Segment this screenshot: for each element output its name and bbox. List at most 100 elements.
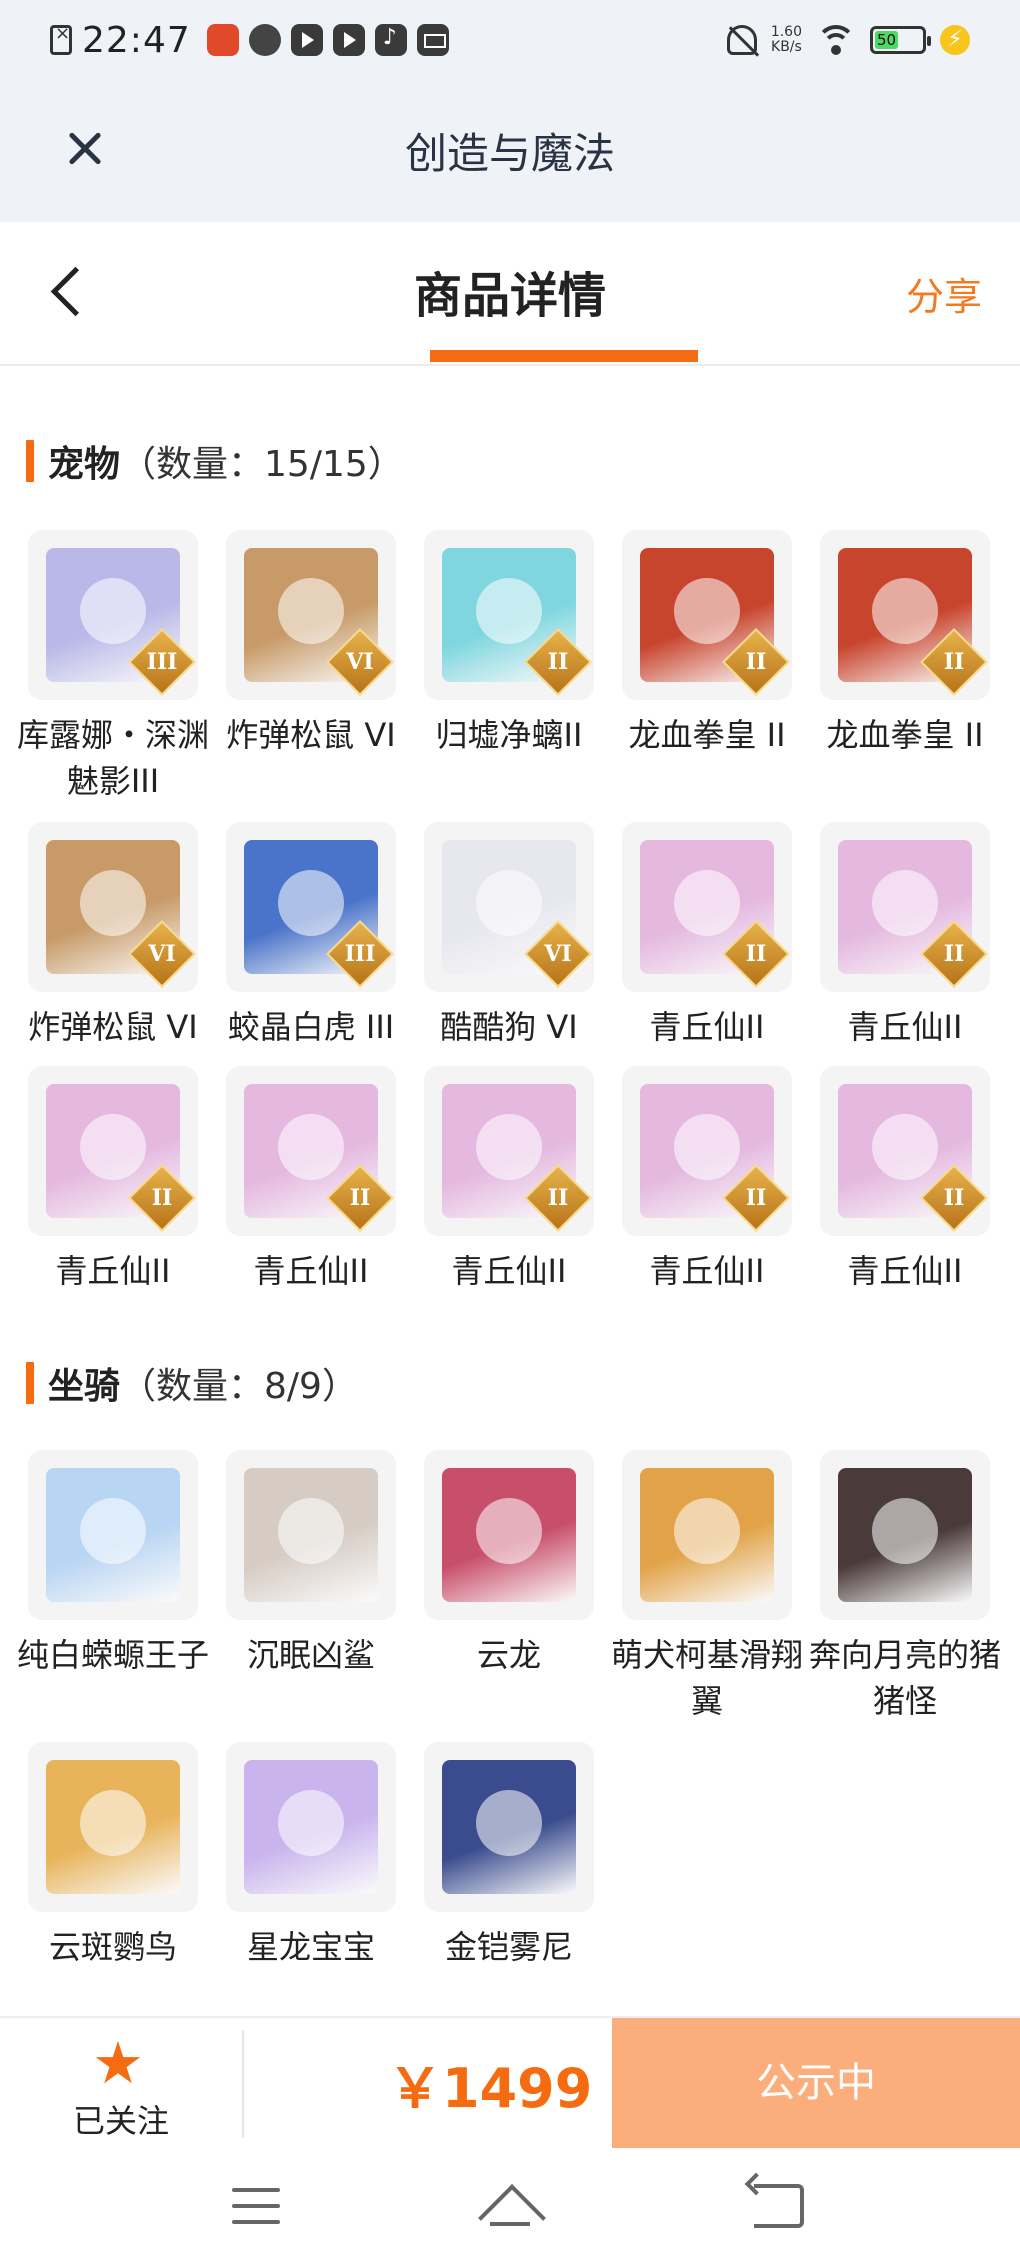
- item-name: 青丘仙II: [847, 1008, 963, 1046]
- section-accent-bar: [26, 1362, 34, 1404]
- status-bar: 22:47 1.60 KB/s 50 ⚡: [0, 0, 1020, 80]
- item-image: [46, 1760, 180, 1894]
- item-name: 纯白蝾螈王子: [16, 1636, 209, 1674]
- tier-label: II: [547, 649, 569, 675]
- mounts-grid: 纯白蝾螈王子 沉眠凶鲨 云龙 萌犬柯基滑翔翼 奔向月亮的猪猪怪云斑鹦鸟 星龙宝宝 金铠雾尼: [17, 1450, 1001, 1992]
- menu-icon[interactable]: [232, 2188, 280, 2224]
- pets-grid: III 库露娜・深渊魅影III VI 炸弹松鼠 VI II 归墟净螭II II 龙血拳皇 II…: [17, 530, 998, 1320]
- item-thumbnail: VI: [28, 822, 198, 992]
- item-thumbnail: II: [820, 1066, 990, 1236]
- back-nav-icon[interactable]: [754, 2184, 804, 2228]
- page-title: 商品详情: [413, 268, 606, 324]
- item-thumbnail: II: [622, 822, 792, 992]
- battery-icon: 50: [870, 26, 931, 54]
- item-name: 青丘仙II: [649, 1008, 765, 1046]
- item-card[interactable]: VI 炸弹松鼠 VI: [28, 822, 198, 1066]
- item-card[interactable]: II 青丘仙II: [820, 1066, 990, 1320]
- item-card[interactable]: II 归墟净螭II: [424, 530, 594, 822]
- item-name: 龙血拳皇 II: [628, 716, 786, 754]
- follow-button[interactable]: ★ 已关注: [0, 2018, 242, 2150]
- section-title-mounts: 坐骑 （数量：8/9）: [26, 1358, 358, 1408]
- item-thumbnail: [28, 1450, 198, 1620]
- item-card[interactable]: II 青丘仙II: [28, 1066, 198, 1320]
- net-speed-unit: KB/s: [771, 39, 802, 55]
- item-image: [244, 1760, 378, 1894]
- home-icon[interactable]: [478, 2178, 542, 2228]
- tier-label: II: [745, 1185, 767, 1211]
- item-card[interactable]: 云斑鹦鸟: [28, 1742, 198, 1992]
- item-image: [244, 1468, 378, 1602]
- tier-label: II: [943, 649, 965, 675]
- item-thumbnail: II: [820, 822, 990, 992]
- item-thumbnail: II: [820, 530, 990, 700]
- tier-label: II: [547, 1185, 569, 1211]
- tier-label: II: [349, 1185, 371, 1211]
- tier-label: II: [745, 649, 767, 675]
- item-card[interactable]: III 库露娜・深渊魅影III: [17, 530, 209, 822]
- item-image: [442, 1468, 576, 1602]
- item-thumbnail: [820, 1450, 990, 1620]
- item-card[interactable]: II 青丘仙II: [226, 1066, 396, 1320]
- item-card[interactable]: 纯白蝾螈王子: [17, 1450, 209, 1742]
- item-name: 云斑鹦鸟: [48, 1928, 177, 1966]
- status-button[interactable]: 公示中: [612, 2018, 1020, 2148]
- item-name: 萌犬柯基滑翔翼: [610, 1636, 803, 1720]
- item-name: 炸弹松鼠 VI: [28, 1008, 198, 1046]
- item-thumbnail: [226, 1742, 396, 1912]
- item-card[interactable]: 沉眠凶鲨: [226, 1450, 396, 1742]
- tier-label: II: [943, 941, 965, 967]
- tier-label: VI: [544, 941, 572, 967]
- item-card[interactable]: II 青丘仙II: [820, 822, 990, 1066]
- item-name: 归墟净螭II: [435, 716, 583, 754]
- follow-label: 已关注: [72, 2102, 169, 2140]
- system-nav-bar: [0, 2148, 1020, 2267]
- item-thumbnail: [424, 1450, 594, 1620]
- item-thumbnail: II: [622, 530, 792, 700]
- tier-label: III: [344, 941, 376, 967]
- item-card[interactable]: II 龙血拳皇 II: [622, 530, 792, 822]
- section-accent-bar: [26, 440, 34, 482]
- section-count: （数量：15/15）: [120, 444, 404, 485]
- item-card[interactable]: II 青丘仙II: [622, 1066, 792, 1320]
- item-thumbnail: VI: [424, 822, 594, 992]
- price: ￥1499: [388, 2057, 593, 2120]
- battery-level: 50: [875, 31, 898, 49]
- item-card[interactable]: II 青丘仙II: [622, 822, 792, 1066]
- item-card[interactable]: 金铠雾尼: [424, 1742, 594, 1992]
- item-card[interactable]: 奔向月亮的猪猪怪: [809, 1450, 1001, 1742]
- item-name: 库露娜・深渊魅影III: [16, 716, 209, 800]
- item-thumbnail: [424, 1742, 594, 1912]
- item-card[interactable]: 云龙: [424, 1450, 594, 1742]
- item-card[interactable]: III 蛟晶白虎 III: [226, 822, 396, 1066]
- item-thumbnail: II: [424, 1066, 594, 1236]
- red-app-icon: [206, 24, 239, 56]
- section-count: （数量：8/9）: [120, 1366, 358, 1407]
- item-thumbnail: [622, 1450, 792, 1620]
- item-name: 金铠雾尼: [444, 1928, 573, 1966]
- item-image: [442, 1760, 576, 1894]
- item-card[interactable]: 星龙宝宝: [226, 1742, 396, 1992]
- divider: [242, 2030, 244, 2138]
- item-name: 奔向月亮的猪猪怪: [808, 1636, 1001, 1720]
- item-card[interactable]: VI 炸弹松鼠 VI: [226, 530, 396, 822]
- item-name: 龙血拳皇 II: [826, 716, 984, 754]
- tier-label: II: [745, 941, 767, 967]
- status-bar-left: 22:47: [50, 12, 449, 68]
- share-button[interactable]: 分享: [906, 266, 982, 321]
- item-name: 星龙宝宝: [246, 1928, 375, 1966]
- play-app-icon: [290, 24, 323, 56]
- item-name: 蛟晶白虎 III: [227, 1008, 395, 1046]
- tier-label: II: [151, 1185, 173, 1211]
- music-app-icon: [374, 24, 407, 56]
- item-name: 青丘仙II: [55, 1252, 171, 1290]
- item-card[interactable]: II 青丘仙II: [424, 1066, 594, 1320]
- item-card[interactable]: 萌犬柯基滑翔翼: [611, 1450, 803, 1742]
- mail-app-icon: [416, 24, 449, 56]
- item-name: 沉眠凶鲨: [246, 1636, 375, 1674]
- title-underline: [430, 350, 698, 362]
- page-header: 商品详情 分享: [0, 222, 1020, 366]
- item-card[interactable]: II 龙血拳皇 II: [820, 530, 990, 822]
- item-thumbnail: VI: [226, 530, 396, 700]
- wifi-icon: [816, 25, 856, 55]
- item-card[interactable]: VI 酷酷狗 VI: [424, 822, 594, 1066]
